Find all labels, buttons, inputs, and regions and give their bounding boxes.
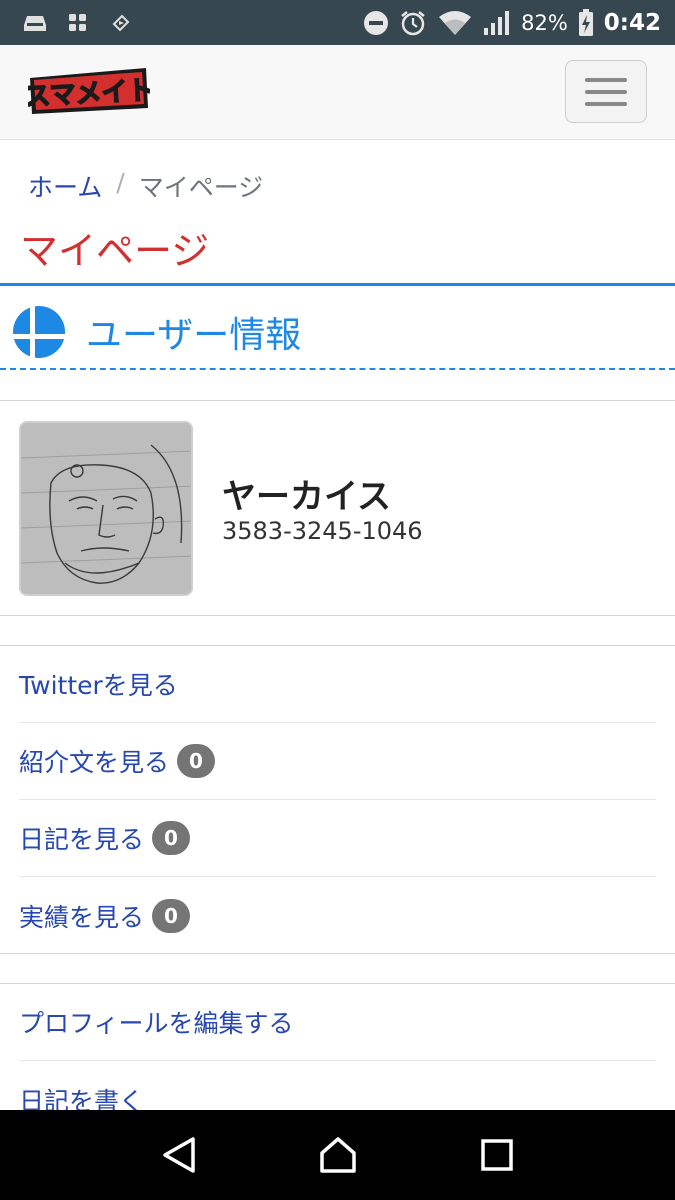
count-badge: 0 <box>152 898 191 933</box>
recents-icon[interactable] <box>480 1138 514 1172</box>
breadcrumb: ホーム / マイページ <box>28 168 263 204</box>
diary-link[interactable]: 日記を見る 0 <box>19 800 656 877</box>
page-title: マイページ <box>20 229 210 273</box>
sketch-portrait-image <box>21 423 191 594</box>
edit-profile-link[interactable]: プロフィールを編集する <box>19 984 656 1061</box>
status-bar: 82% 0:42 <box>0 0 675 45</box>
alarm-icon <box>401 10 425 35</box>
profile-card: ヤーカイス 3583-3245-1046 <box>0 400 675 616</box>
hamburger-bar <box>585 89 627 94</box>
list-item-label: 紹介文を見る <box>19 748 170 777</box>
list-item-label: Twitterを見る <box>19 671 178 700</box>
list-item-label: プロフィールを編集する <box>19 1009 294 1038</box>
signal-icon <box>484 10 510 35</box>
do-not-disturb-icon <box>364 10 389 35</box>
breadcrumb-separator: / <box>116 168 125 197</box>
twitter-link[interactable]: Twitterを見る <box>19 646 656 723</box>
breadcrumb-home-link[interactable]: ホーム <box>28 168 102 204</box>
apps-icon <box>69 13 86 31</box>
inbox-icon <box>24 15 46 31</box>
site-logo[interactable]: スマメイト <box>28 64 150 118</box>
avatar <box>19 421 193 596</box>
system-navigation-bar <box>0 1110 675 1200</box>
menu-toggle-button[interactable] <box>565 60 647 123</box>
intro-link[interactable]: 紹介文を見る 0 <box>19 723 656 800</box>
hamburger-bar <box>585 77 627 82</box>
list-item-label: 日記を見る <box>19 825 145 854</box>
count-badge: 0 <box>177 744 216 778</box>
hamburger-bar <box>585 101 627 106</box>
user-name: ヤーカイス <box>222 477 391 517</box>
back-icon[interactable] <box>161 1136 197 1174</box>
profile-links-list: Twitterを見る 紹介文を見る 0 日記を見る 0 実績を見る 0 <box>0 645 675 954</box>
navbar: スマメイト <box>0 45 675 140</box>
battery-charging-icon <box>578 8 593 36</box>
section-header: ユーザー情報 <box>12 305 301 359</box>
section-divider <box>0 368 675 370</box>
battery-percent: 82% <box>521 10 568 35</box>
title-underline <box>0 283 675 286</box>
section-title: ユーザー情報 <box>86 315 302 356</box>
breadcrumb-current: マイページ <box>138 173 264 202</box>
friend-code: 3583-3245-1046 <box>222 517 423 545</box>
list-item-label: 実績を見る <box>19 902 145 932</box>
smash-ball-icon <box>12 305 66 359</box>
play-store-icon <box>112 14 130 31</box>
clock: 0:42 <box>603 9 661 36</box>
wifi-icon <box>439 10 472 35</box>
count-badge: 0 <box>152 821 191 855</box>
home-icon[interactable] <box>319 1136 357 1174</box>
achievements-link[interactable]: 実績を見る 0 <box>19 877 656 954</box>
